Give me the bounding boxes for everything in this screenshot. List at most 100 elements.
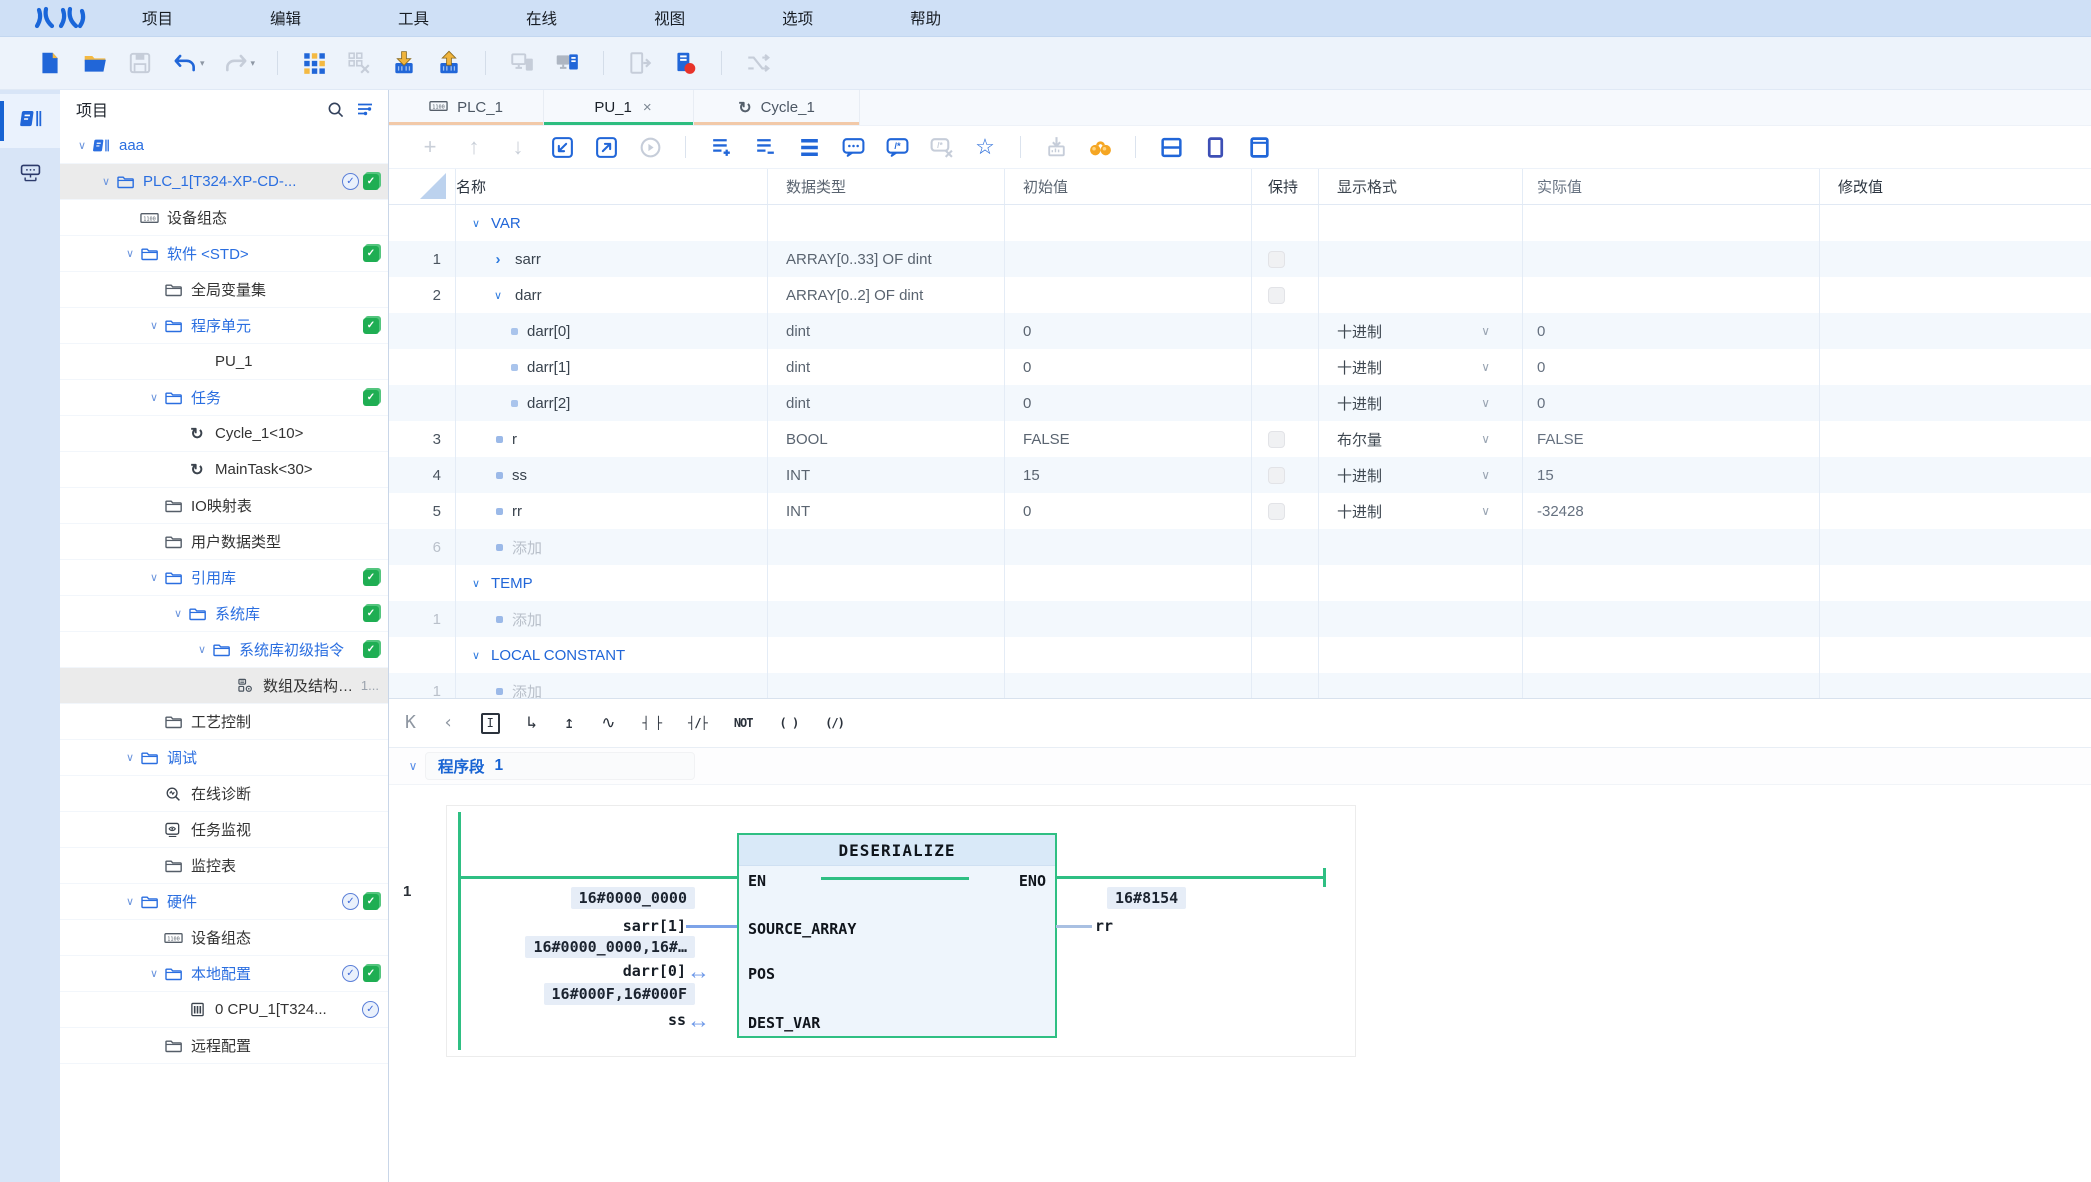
tree-item-pu-1[interactable]: PU_1	[60, 344, 388, 380]
search-icon[interactable]	[327, 101, 344, 118]
menu-options[interactable]: 选项	[782, 7, 813, 29]
chevron-down-icon[interactable]: ∨	[146, 967, 162, 980]
tree-item-system-basic-instructions[interactable]: ∨系统库初级指令✓	[60, 632, 388, 668]
initial-value-cell[interactable]: 15	[1005, 457, 1252, 493]
name-cell[interactable]: r	[456, 421, 768, 457]
modify-value-cell[interactable]	[1820, 277, 2091, 313]
name-cell[interactable]: 添加	[456, 529, 768, 565]
tree-item-plc-1[interactable]: ∨PLC_1[T324-XP-CD-...✓✓	[60, 164, 388, 200]
chevron-down-icon[interactable]: ∨	[146, 571, 162, 584]
tree-item-device-config[interactable]: 1100设备组态	[60, 200, 388, 236]
name-cell[interactable]: ∨darr	[456, 277, 768, 313]
export-vars-button[interactable]	[593, 134, 619, 160]
tree-item-cycle-1[interactable]: ↻Cycle_1<10>	[60, 416, 388, 452]
data-type-cell[interactable]: ARRAY[0..2] OF dint	[768, 277, 1005, 313]
tree-item-tasks[interactable]: ∨任务✓	[60, 380, 388, 416]
menu-tools[interactable]: 工具	[398, 7, 429, 29]
output-operand[interactable]: rr	[1095, 916, 1113, 936]
dropdown-chevron-icon[interactable]: ∨	[1481, 396, 1490, 410]
tree-item-process-control[interactable]: 工艺控制	[60, 704, 388, 740]
name-cell[interactable]: ∨LOCAL CONSTANT	[456, 637, 768, 673]
chevron-down-icon[interactable]: ∨	[122, 895, 138, 908]
initial-value-cell[interactable]: 0	[1005, 349, 1252, 385]
delete-row-button[interactable]	[752, 134, 778, 160]
initial-value-cell[interactable]: FALSE	[1005, 421, 1252, 457]
split-view-button[interactable]	[1158, 134, 1184, 160]
move-up-button[interactable]: ↑	[461, 134, 487, 160]
tree-item-reference-libs[interactable]: ∨引用库✓	[60, 560, 388, 596]
comment-block-button[interactable]: /*	[884, 134, 910, 160]
filter-icon[interactable]	[356, 100, 374, 118]
input-operand[interactable]: darr[0]	[623, 961, 686, 981]
display-format-cell[interactable]: 十进制∨	[1319, 493, 1523, 529]
initial-value-cell[interactable]: 0	[1005, 493, 1252, 529]
name-cell[interactable]: ∨VAR	[456, 205, 768, 241]
tree-item-maintask[interactable]: ↻MainTask<30>	[60, 452, 388, 488]
dropdown-chevron-icon[interactable]: ∨	[1481, 468, 1490, 482]
coil-button[interactable]: ( )	[780, 717, 799, 729]
tree-item-global-vars[interactable]: 全局变量集	[60, 272, 388, 308]
compile-button[interactable]	[300, 49, 328, 77]
tree-item-system-libs[interactable]: ∨系统库✓	[60, 596, 388, 632]
input-operand[interactable]: sarr[1]	[623, 916, 686, 936]
retain-checkbox[interactable]	[1268, 467, 1285, 484]
batch-edit-button[interactable]	[796, 134, 822, 160]
run-check-button[interactable]	[637, 134, 663, 160]
tab-pu-1[interactable]: PU_1×	[544, 90, 694, 125]
chevron-down-icon[interactable]: ∨	[146, 319, 162, 332]
data-type-cell[interactable]: INT	[768, 493, 1005, 529]
chevron-down-icon[interactable]: ∨	[170, 607, 186, 620]
data-type-cell[interactable]: BOOL	[768, 421, 1005, 457]
tree-item-hw-device-config[interactable]: 1100设备组态	[60, 920, 388, 956]
activity-network-config[interactable]	[0, 148, 60, 202]
branch-close-button[interactable]: ↥	[564, 715, 574, 732]
retain-checkbox[interactable]	[1268, 431, 1285, 448]
activity-project-explorer[interactable]	[0, 94, 60, 148]
undo-dropdown-caret[interactable]: ▾	[200, 58, 205, 69]
display-format-cell[interactable]: 十进制∨	[1319, 313, 1523, 349]
chevron-down-icon[interactable]: ∨	[74, 139, 90, 152]
tree-item-remote-config[interactable]: 远程配置	[60, 1028, 388, 1064]
input-operand[interactable]: ss	[668, 1010, 686, 1030]
favorite-button[interactable]: ☆	[972, 134, 998, 160]
tree-item-software-std[interactable]: ∨软件 <STD>✓	[60, 236, 388, 272]
frame-view-button[interactable]	[1246, 134, 1272, 160]
edge-pulse-button[interactable]: ∿	[601, 715, 615, 732]
comment-remove-button[interactable]: /*	[928, 134, 954, 160]
network-section-header[interactable]: ∨ 程序段 1	[389, 748, 2091, 785]
initial-value-cell[interactable]: 0	[1005, 385, 1252, 421]
function-block[interactable]: DESERIALIZE EN ENO SOURCE_ARRAYPOSDEST_V…	[737, 833, 1057, 1038]
upload-from-plc-button[interactable]	[435, 49, 463, 77]
chevron-down-icon[interactable]: ∨	[401, 759, 425, 773]
contact-no-button[interactable]: ┤ ├	[642, 717, 661, 729]
data-type-cell[interactable]: INT	[768, 457, 1005, 493]
tree-item-program-units[interactable]: ∨程序单元✓	[60, 308, 388, 344]
chevron-down-icon[interactable]: ∨	[468, 577, 484, 590]
modify-value-cell[interactable]	[1820, 241, 2091, 277]
name-cell[interactable]: ›sarr	[456, 241, 768, 277]
modify-value-cell[interactable]	[1820, 349, 2091, 385]
menu-view[interactable]: 视图	[654, 7, 685, 29]
chevron-down-icon[interactable]: ∨	[468, 649, 484, 662]
contact-nc-button[interactable]: ┤/├	[688, 717, 707, 729]
name-cell[interactable]: darr[1]	[456, 349, 768, 385]
export-snapshot-button[interactable]	[1043, 134, 1069, 160]
initial-value-cell[interactable]: 0	[1005, 313, 1252, 349]
name-cell[interactable]: 添加	[456, 673, 768, 699]
modify-value-cell[interactable]	[1820, 313, 2091, 349]
open-project-button[interactable]	[81, 49, 109, 77]
tree-item-watch-tables[interactable]: 监控表	[60, 848, 388, 884]
insert-instruction-button[interactable]: I	[481, 713, 500, 734]
ladder-canvas[interactable]: 1 DESERIALIZE EN ENO SOURCE_ARRAYPOSDEST…	[389, 785, 2091, 1182]
retain-checkbox[interactable]	[1268, 251, 1285, 268]
chevron-down-icon[interactable]: ∨	[194, 643, 210, 656]
chevron-down-icon[interactable]: ∨	[122, 247, 138, 260]
display-format-cell[interactable]: 十进制∨	[1319, 385, 1523, 421]
modify-value-cell[interactable]	[1820, 457, 2091, 493]
monitor-mode-button[interactable]	[553, 49, 581, 77]
tree-item-debug[interactable]: ∨调试	[60, 740, 388, 776]
chevron-down-icon[interactable]: ∨	[468, 217, 484, 230]
download-to-plc-button[interactable]	[390, 49, 418, 77]
menu-help[interactable]: 帮助	[910, 7, 941, 29]
add-variable-button[interactable]: +	[417, 134, 443, 160]
